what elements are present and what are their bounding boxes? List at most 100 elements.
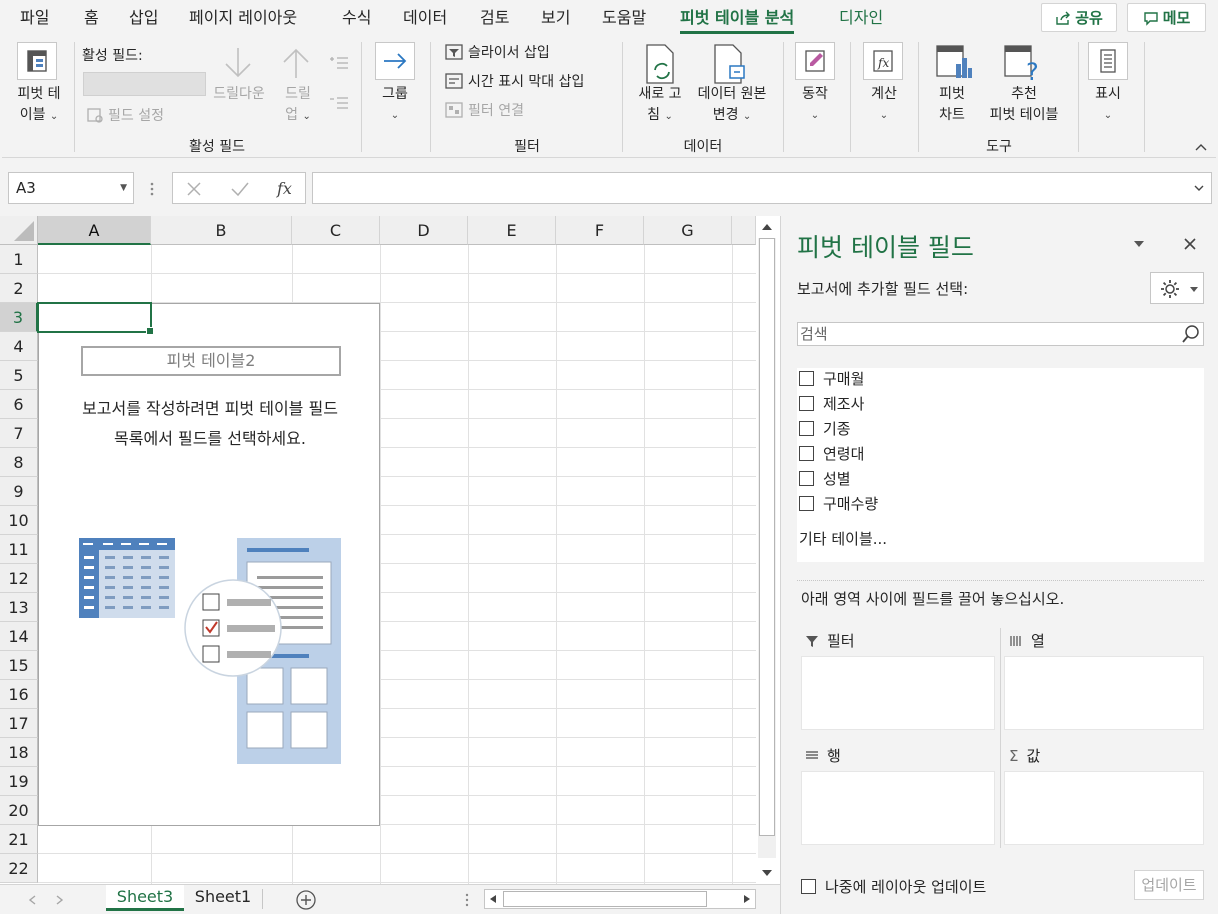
field-item-manufacturer[interactable]: 제조사 [799,392,864,414]
select-all-corner[interactable] [0,216,38,245]
row-header-17[interactable]: 17 [0,709,38,738]
tab-help[interactable]: 도움말 [602,7,646,31]
horizontal-scroll-thumb[interactable] [503,891,707,907]
row-header-11[interactable]: 11 [0,535,38,564]
row-header-5[interactable]: 5 [0,361,38,390]
group-button[interactable]: 그룹 ⌄ [370,84,420,126]
insert-function-icon[interactable]: fx [275,178,295,200]
worksheet[interactable]: A B C D E F G 1 2 3 4 5 6 7 8 9 10 11 12 13 14 15 16 17 1… [0,216,780,914]
col-header-c[interactable]: C [292,216,380,245]
row-header-8[interactable]: 8 [0,448,38,477]
comment-button[interactable]: 메모 [1127,3,1206,32]
area-values-dropzone[interactable] [1004,771,1204,845]
tab-file[interactable]: 파일 [20,7,49,31]
area-rows-dropzone[interactable] [801,771,995,845]
tab-data[interactable]: 데이터 [403,7,447,31]
defer-layout-update[interactable]: 나중에 레이아웃 업데이트 [801,876,986,897]
name-box[interactable]: A3 ▼ [8,172,134,204]
recommended-pivot-button[interactable]: 추천 피벗 테이블 [980,84,1068,126]
calculations-button[interactable]: 계산 ⌄ [858,84,910,126]
field-checkbox[interactable] [799,370,814,386]
sheet-tab-sheet1[interactable]: Sheet1 [188,885,258,911]
row-header-1[interactable]: 1 [0,245,38,274]
scroll-down-icon[interactable] [761,868,773,878]
row-header-21[interactable]: 21 [0,825,38,854]
col-header-d[interactable]: D [380,216,468,245]
pane-options-icon[interactable] [1133,240,1145,248]
more-tables-link[interactable]: 기타 테이블... [799,528,887,549]
field-checkbox[interactable] [799,420,814,436]
expand-field-icon[interactable] [328,54,350,72]
row-header-4[interactable]: 4 [0,332,38,361]
field-search-input[interactable]: 검색 [797,322,1204,346]
insert-slicer-button[interactable]: 슬라이서 삽입 [444,41,550,63]
prev-sheet-icon[interactable] [28,895,36,905]
col-header-e[interactable]: E [468,216,556,245]
next-sheet-icon[interactable] [56,895,64,905]
add-sheet-icon[interactable] [294,888,318,912]
row-header-20[interactable]: 20 [0,796,38,825]
defer-checkbox[interactable] [801,879,816,894]
share-button[interactable]: 공유 [1041,3,1117,32]
row-header-6[interactable]: 6 [0,390,38,419]
show-icon[interactable] [1088,42,1128,80]
collapse-ribbon-icon[interactable] [1194,142,1208,152]
update-button[interactable]: 업데이트 [1134,870,1204,900]
tab-design[interactable]: 디자인 [839,7,883,31]
insert-timeline-button[interactable]: 시간 표시 막대 삽입 [444,70,584,92]
expand-formula-icon[interactable] [1193,183,1205,193]
col-header-a[interactable]: A [38,216,151,245]
change-source-button[interactable]: 데이터 원본 변경 ⌄ [690,84,774,127]
chevron-down-icon[interactable]: ▼ [120,173,127,203]
row-header-3[interactable]: 3 [0,303,38,332]
row-header-22[interactable]: 22 [0,854,38,883]
formula-input[interactable] [312,172,1212,204]
sheet-tab-sheet3[interactable]: Sheet3 [106,885,184,911]
vertical-scrollbar[interactable] [756,216,780,884]
filter-connections-button[interactable]: 필터 연결 [444,99,524,121]
field-item-model[interactable]: 기종 [799,417,851,439]
tab-pivot-analyze[interactable]: 피벗 테이블 분석 [680,7,795,34]
tools-settings-button[interactable] [1150,272,1204,304]
actions-button[interactable]: 동작 ⌄ [790,84,840,126]
pivot-table-placeholder[interactable]: 피벗 테이블2 보고서를 작성하려면 피벗 테이블 필드 목록에서 필드를 선택… [38,303,380,826]
actions-icon[interactable] [795,42,835,80]
pivot-table-icon[interactable] [17,42,57,80]
scroll-up-icon[interactable] [761,222,773,232]
col-header-partial[interactable] [732,216,756,245]
field-item-age-group[interactable]: 연령대 [799,442,864,464]
area-filter-dropzone[interactable] [801,656,995,730]
field-item-quantity[interactable]: 구매수량 [799,492,878,514]
row-header-2[interactable]: 2 [0,274,38,303]
active-cell-a3[interactable] [37,302,154,335]
pivot-chart-button[interactable]: 피벗 차트 [927,84,977,126]
drillup-button[interactable]: 드릴 업 ⌄ [274,84,322,127]
tab-page-layout[interactable]: 페이지 레이아웃 [189,7,297,31]
tab-insert[interactable]: 삽입 [129,7,158,31]
scroll-right-icon[interactable] [742,894,752,904]
field-checkbox[interactable] [799,445,814,461]
row-header-10[interactable]: 10 [0,506,38,535]
active-field-input[interactable] [83,72,206,96]
area-columns-dropzone[interactable] [1004,656,1204,730]
col-header-f[interactable]: F [556,216,644,245]
pivot-table-button[interactable]: 피벗 테 이블 ⌄ [10,84,68,127]
row-header-14[interactable]: 14 [0,622,38,651]
collapse-field-icon[interactable] [328,94,350,112]
field-checkbox[interactable] [799,470,814,486]
scroll-left-icon[interactable] [488,894,498,904]
drag-handle-icon[interactable] [148,182,156,196]
drilldown-button[interactable]: 드릴다운 [208,84,270,105]
row-header-16[interactable]: 16 [0,680,38,709]
enter-icon[interactable] [230,180,250,198]
tab-review[interactable]: 검토 [480,7,509,31]
field-item-gender[interactable]: 성별 [799,467,851,489]
refresh-button[interactable]: 새로 고 침 ⌄ [630,84,690,127]
field-checkbox[interactable] [799,395,814,411]
field-checkbox[interactable] [799,495,814,511]
tab-formulas[interactable]: 수식 [342,7,371,31]
show-button[interactable]: 표시 ⌄ [1082,84,1134,126]
search-icon[interactable] [1181,324,1201,344]
col-header-g[interactable]: G [644,216,732,245]
row-header-13[interactable]: 13 [0,593,38,622]
